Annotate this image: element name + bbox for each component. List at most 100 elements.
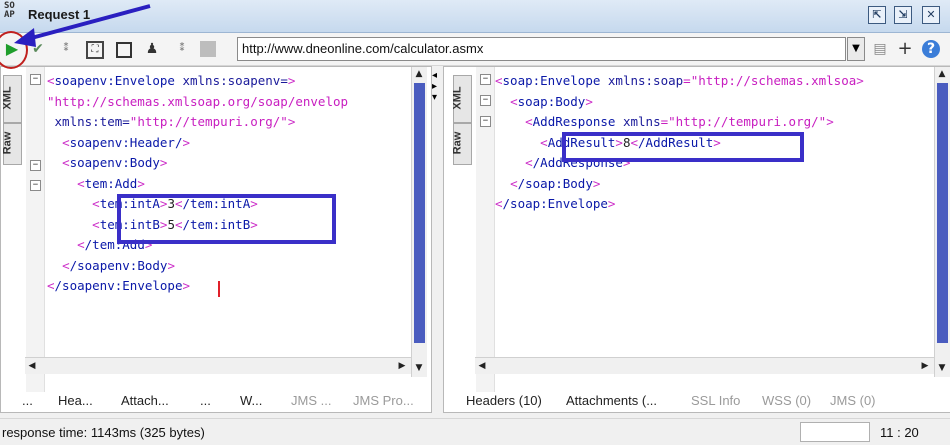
code-line: </soapenv:Envelope> [47, 276, 348, 297]
splitter-arrows[interactable]: ◂ ▸ ▾ [432, 70, 442, 103]
bottom-tab[interactable]: SSL Info [691, 393, 740, 408]
scroll-up-icon[interactable]: ▲ [935, 67, 949, 81]
scroll-thumb[interactable] [937, 83, 948, 343]
request-xml-code[interactable]: <soapenv:Envelope xmlns:soapenv=> "http:/… [47, 71, 348, 297]
code-line: </soap:Body> [495, 174, 864, 195]
endpoint-icon[interactable]: ⁑ [172, 39, 192, 59]
code-line: <soapenv:Header/> [47, 133, 348, 154]
scroll-down-icon[interactable]: ▼ [935, 361, 949, 375]
bracket: > [592, 175, 601, 191]
scroll-left-icon[interactable]: ◀ [475, 359, 489, 373]
tag-name: soap:Body [517, 93, 586, 109]
bracket: < [47, 278, 55, 293]
bottom-tab[interactable]: Attachments (... [566, 393, 657, 408]
bottom-tab[interactable]: Attach... [121, 393, 169, 408]
scroll-left-icon[interactable]: ◀ [25, 359, 39, 373]
code-line: <soapenv:Body> [47, 153, 348, 174]
edit-endpoint-icon[interactable]: ▤ [870, 39, 890, 59]
code-line: xmlns:tem="http://tempuri.org/"> [47, 112, 348, 133]
bracket: > [826, 114, 834, 129]
scroll-right-icon[interactable]: ▶ [395, 359, 409, 373]
bottom-tab[interactable]: W... [240, 393, 262, 408]
fold-toggle[interactable]: − [30, 160, 41, 171]
bracket: < [77, 175, 85, 191]
tag-name: /soapenv:Envelope [54, 278, 183, 293]
url-dropdown-button[interactable]: ▼ [847, 37, 865, 61]
bottom-tab[interactable]: ... [22, 393, 33, 408]
bottom-tab[interactable]: JMS Pro... [353, 393, 414, 408]
fold-toggle[interactable]: − [480, 95, 491, 106]
equals: = [122, 114, 130, 129]
code-line: "http://schemas.xmlsoap.org/soap/envelop [47, 92, 348, 113]
status-bar: response time: 1143ms (325 bytes) 11 : 2… [0, 418, 950, 445]
attribute-name: xmlns:tem [54, 114, 123, 129]
tag-name: soapenv:Header/ [69, 134, 183, 150]
cancel-icon[interactable] [200, 41, 216, 57]
response-horizontal-scrollbar[interactable]: ◀ ▶ [475, 357, 934, 374]
close-icon[interactable]: ✕ [922, 6, 940, 24]
tab-response-xml[interactable]: XML [452, 75, 472, 123]
response-time-text: response time: 1143ms (325 bytes) [2, 425, 205, 440]
scroll-right-icon[interactable]: ▶ [918, 359, 932, 373]
code-gutter: − − − [476, 67, 495, 392]
attribute-value: "http://tempuri.org/" [129, 114, 288, 129]
help-icon[interactable]: ? [922, 40, 940, 58]
caret-position: 11 : 20 [880, 425, 919, 440]
attribute-value: ="http://tempuri.org/" [660, 114, 827, 129]
bracket: > [137, 175, 145, 191]
attribute-value: ="http://schemas.xmlsoa [683, 73, 857, 88]
fold-toggle[interactable]: − [30, 180, 41, 191]
equals: = [280, 73, 288, 88]
tab-request-xml[interactable]: XML [2, 75, 22, 123]
code-line: </soap:Envelope> [495, 194, 864, 215]
scroll-up-icon[interactable]: ▲ [412, 67, 426, 81]
bracket: > [585, 93, 593, 109]
response-vertical-scrollbar[interactable]: ▲ ▼ [934, 67, 950, 377]
code-line: </soapenv:Body> [47, 256, 348, 277]
scroll-down-icon[interactable]: ▼ [412, 361, 426, 375]
fold-toggle[interactable]: − [30, 74, 41, 85]
bracket: < [495, 73, 503, 88]
bottom-tab[interactable]: Headers (10) [466, 393, 542, 408]
fold-toggle[interactable]: − [480, 116, 491, 127]
annotation-arrow [14, 4, 151, 47]
code-line: <AddResponse xmlns="http://tempuri.org/"… [495, 112, 864, 133]
bottom-tab[interactable]: JMS ... [291, 393, 331, 408]
scroll-thumb[interactable] [414, 83, 425, 343]
bracket: < [510, 175, 518, 191]
bracket: < [540, 134, 548, 150]
endpoint-url-text: http://www.dneonline.com/calculator.asmx [242, 41, 484, 56]
bottom-tab[interactable]: ... [200, 393, 211, 408]
code-line: <tem:Add> [47, 174, 348, 195]
bracket: > [856, 73, 864, 88]
bracket: > [167, 257, 175, 273]
bracket: > [607, 196, 616, 211]
attribute-name: xmlns:soap [607, 73, 684, 88]
bottom-tab[interactable]: JMS (0) [830, 393, 876, 408]
attribute-name: xmlns:soapenv [182, 73, 281, 88]
tab-request-raw[interactable]: Raw [1, 123, 22, 165]
endpoint-url-input[interactable]: http://www.dneonline.com/calculator.asmx [237, 37, 846, 61]
tab-response-raw[interactable]: Raw [451, 123, 472, 165]
add-endpoint-button[interactable]: + [895, 39, 915, 59]
fold-toggle[interactable]: − [480, 74, 491, 85]
highlight-box-inputs [117, 194, 336, 244]
request-vertical-scrollbar[interactable]: ▲ ▼ [411, 67, 427, 377]
request-horizontal-scrollbar[interactable]: ◀ ▶ [25, 357, 411, 374]
maximize-icon[interactable]: ⇲ [894, 6, 912, 24]
bracket: < [47, 73, 55, 88]
text-caret [218, 281, 220, 297]
tag-name: tem:Add [84, 175, 138, 191]
bottom-tab[interactable]: WSS (0) [762, 393, 811, 408]
bottom-tab[interactable]: Hea... [58, 393, 93, 408]
tag-name: /soap:Body [517, 175, 593, 191]
detach-icon[interactable]: ⇱ [868, 6, 886, 24]
tag-name: soapenv:Envelope [54, 73, 175, 88]
